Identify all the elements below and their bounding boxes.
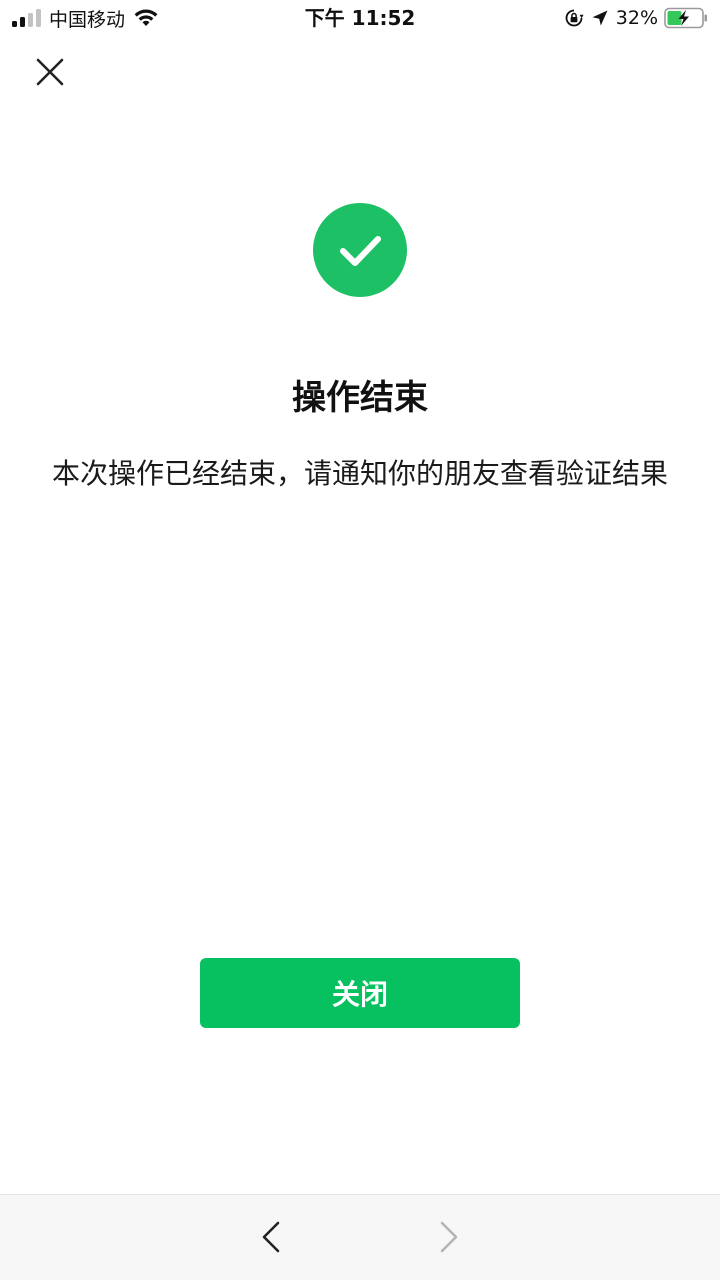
- close-button[interactable]: 关闭: [200, 958, 520, 1028]
- result-title: 操作结束: [292, 378, 428, 418]
- status-right: 32%: [564, 4, 708, 32]
- close-icon[interactable]: [30, 52, 70, 92]
- result-description: 本次操作已经结束，请通知你的朋友查看验证结果: [51, 457, 668, 490]
- location-icon: [592, 10, 608, 26]
- close-button-label: 关闭: [331, 978, 388, 1011]
- orientation-lock-icon: [565, 9, 584, 27]
- battery-charging-icon: [664, 7, 707, 29]
- checkmark-icon: [340, 236, 381, 266]
- chevron-right-icon[interactable]: [428, 1217, 468, 1257]
- chevron-left-icon[interactable]: [252, 1217, 292, 1257]
- battery-percent: 32%: [615, 7, 658, 29]
- status-bar: 中国移动 下午 11:52 32%: [0, 0, 720, 38]
- success-badge: [313, 203, 407, 297]
- bottom-nav: [0, 1194, 720, 1280]
